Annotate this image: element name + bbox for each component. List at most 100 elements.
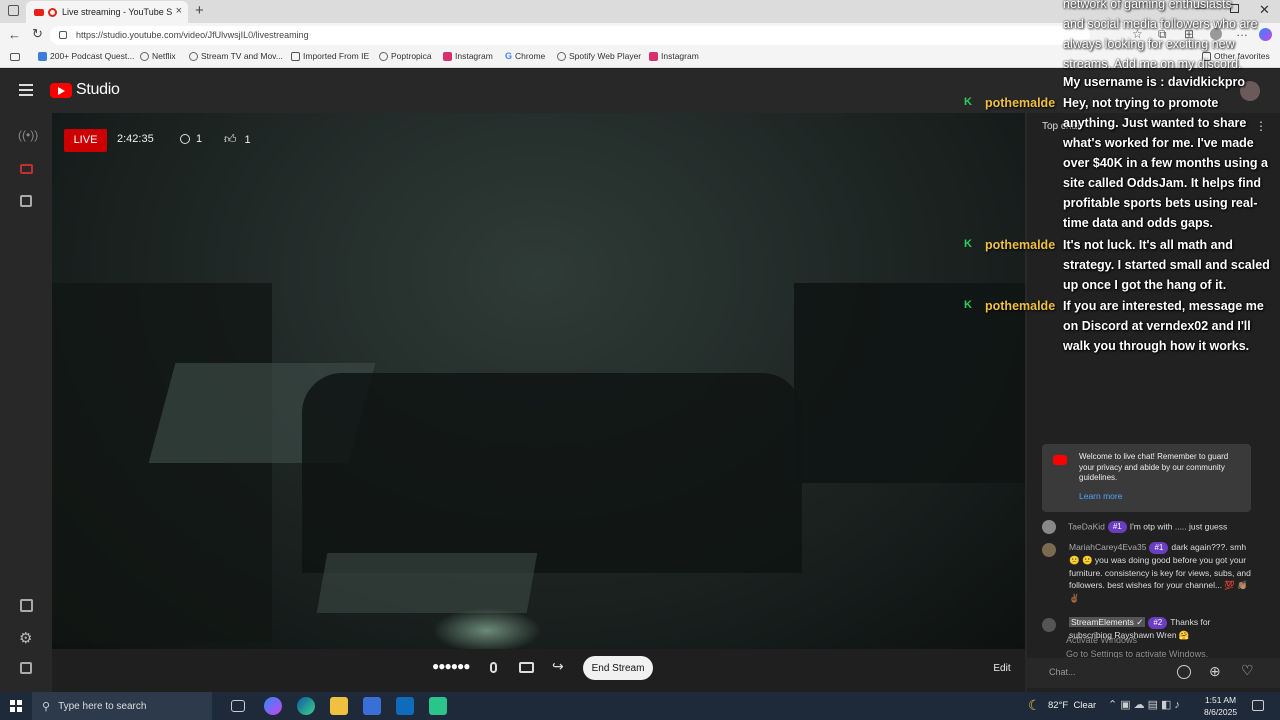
audio-level-dots: ●●●●●● bbox=[432, 659, 470, 673]
overlay-comment-line: anything. Just wanted to share bbox=[1063, 116, 1247, 130]
windows-taskbar: ⚲ Type here to search ☾ 82°F Clear ⌃▣☁▤◧… bbox=[0, 692, 1280, 720]
instagram-icon bbox=[443, 51, 452, 61]
rank-badge: #1 bbox=[1107, 521, 1127, 534]
chat-message[interactable]: MariahCarey4Eva35 #1 dark again???. smh 😕 … bbox=[1042, 541, 1254, 604]
windows-start-icon[interactable] bbox=[10, 700, 22, 712]
system-tray-icons[interactable]: ⌃▣☁▤◧♪ bbox=[1108, 698, 1183, 711]
globe-icon bbox=[140, 51, 149, 61]
chat-options-icon[interactable]: ⋮ bbox=[1255, 119, 1267, 133]
chat-message[interactable]: TaeDaKid #1 I'm otp with ..... just guess bbox=[1042, 520, 1262, 534]
overlay-comment-line: site called OddsJam. It helps find bbox=[1063, 176, 1261, 190]
copilot-icon[interactable] bbox=[1259, 28, 1272, 41]
overlay-comment-line: on Discord at verndex02 and I'll bbox=[1063, 319, 1251, 333]
room-wall-shade bbox=[52, 283, 272, 643]
person-icon bbox=[180, 134, 190, 144]
refresh-icon[interactable]: ↻ bbox=[32, 26, 43, 42]
overlay-comment-line: Hey, not trying to promote bbox=[1063, 96, 1219, 110]
taskbar-search[interactable]: ⚲ Type here to search bbox=[32, 692, 212, 720]
kick-badge-icon: K bbox=[964, 238, 972, 250]
overlay-username: pothemalde bbox=[985, 238, 1056, 252]
lock-icon bbox=[59, 31, 67, 39]
favorite-item[interactable]: Instagram bbox=[443, 51, 493, 61]
overlay-intro-line: and social media followers who are bbox=[1063, 17, 1258, 31]
overlay-comment-line: walk you through how it works. bbox=[1063, 339, 1250, 353]
task-view-icon[interactable] bbox=[231, 700, 245, 712]
back-icon[interactable]: ← bbox=[8, 27, 21, 42]
like-count: 👍︎ 1 bbox=[224, 132, 251, 146]
welcome-text: Welcome to live chat! Remember to guard … bbox=[1079, 452, 1229, 482]
tab-title: Live streaming - YouTube St bbox=[62, 7, 172, 17]
favorite-item[interactable]: Imported From IE bbox=[291, 51, 369, 61]
calendar-icon[interactable] bbox=[20, 195, 32, 207]
studio-logo[interactable]: Studio bbox=[50, 81, 120, 99]
microphone-icon[interactable] bbox=[490, 662, 497, 673]
browser-tab-active[interactable]: Live streaming - YouTube St × bbox=[26, 1, 188, 23]
favorite-item[interactable]: Instagram bbox=[649, 51, 699, 61]
app-icon[interactable] bbox=[429, 697, 447, 715]
furniture-shape bbox=[302, 373, 802, 573]
stream-signal-icon[interactable]: ((•)) bbox=[18, 128, 38, 142]
favorite-item[interactable]: Poptropica bbox=[379, 51, 432, 61]
instagram-icon bbox=[649, 51, 658, 61]
search-icon: ⚲ bbox=[42, 700, 51, 713]
taskbar-search-placeholder: Type here to search bbox=[58, 700, 147, 712]
overlay-comment-line: what's worked for me. I've made bbox=[1063, 136, 1254, 150]
chat-input-bar: Chat... ⊕ ♡ bbox=[1027, 658, 1280, 688]
share-icon[interactable]: ↪ bbox=[552, 658, 564, 675]
favorites-menu-icon[interactable] bbox=[10, 53, 20, 61]
taskbar-clock[interactable]: 1:51 AM 8/6/2025 bbox=[1204, 694, 1237, 718]
edge-icon[interactable] bbox=[297, 697, 315, 715]
edit-button[interactable]: Edit bbox=[987, 658, 1017, 678]
new-tab-icon[interactable]: + bbox=[195, 2, 204, 19]
file-explorer-icon[interactable] bbox=[330, 697, 348, 715]
overlay-intro-line: always looking for exciting new bbox=[1063, 37, 1235, 51]
overlay-intro-line: streams. Add me on my discord. bbox=[1063, 57, 1242, 71]
share-screen-icon[interactable] bbox=[519, 662, 534, 673]
settings-gear-icon[interactable]: ⚙ bbox=[19, 629, 32, 647]
rank-badge: #1 bbox=[1149, 542, 1169, 554]
studio-sidebar: ((•)) ⚙ bbox=[0, 113, 52, 692]
light-glow-shape bbox=[432, 608, 542, 649]
overlay-comment-line: It's not luck. It's all math and bbox=[1063, 238, 1233, 252]
heart-icon[interactable]: ♡ bbox=[1241, 662, 1254, 679]
weather-moon-icon: ☾ bbox=[1028, 697, 1041, 713]
studio-brand: Studio bbox=[76, 81, 120, 98]
thumbs-up-icon: 👍︎ bbox=[224, 132, 237, 146]
add-icon[interactable]: ⊕ bbox=[1209, 663, 1221, 680]
url-text: https://studio.youtube.com/video/JfUlvws… bbox=[76, 30, 309, 40]
window-close-icon[interactable]: ✕ bbox=[1259, 2, 1270, 18]
live-badge: LIVE bbox=[64, 129, 107, 152]
rank-badge: #2 bbox=[1148, 617, 1168, 629]
globe-icon bbox=[379, 51, 388, 61]
favorite-item[interactable]: G Chrome bbox=[505, 51, 545, 61]
learn-more-link[interactable]: Learn more bbox=[1079, 491, 1122, 501]
camera-icon[interactable] bbox=[20, 164, 33, 174]
floor-light-shape bbox=[316, 553, 538, 613]
hamburger-menu-icon[interactable] bbox=[19, 84, 33, 96]
feedback-icon[interactable] bbox=[20, 662, 32, 674]
emoji-icon[interactable] bbox=[1177, 665, 1191, 679]
tab-actions-icon[interactable] bbox=[8, 5, 19, 16]
overlay-username: pothemalde bbox=[985, 299, 1056, 313]
open-external-icon[interactable] bbox=[20, 599, 33, 612]
copilot-icon[interactable] bbox=[264, 697, 282, 715]
youtube-favicon-icon bbox=[34, 8, 44, 16]
google-icon: G bbox=[505, 51, 513, 61]
recording-icon bbox=[48, 7, 57, 17]
weather-text[interactable]: 82°F Clear bbox=[1048, 700, 1096, 711]
tab-close-icon[interactable]: × bbox=[176, 5, 182, 17]
outlook-icon[interactable] bbox=[396, 697, 414, 715]
url-field[interactable]: https://studio.youtube.com/video/JfUlvws… bbox=[50, 26, 1090, 45]
chat-input[interactable]: Chat... bbox=[1049, 667, 1076, 677]
favorite-item[interactable]: Spotify Web Player bbox=[557, 51, 641, 61]
overlay-comment-line: profitable sports bets using real- bbox=[1063, 196, 1258, 210]
favorite-item[interactable]: 200+ Podcast Quest... bbox=[38, 51, 134, 61]
video-preview[interactable]: LIVE 2:42:35 1 👍︎ 1 bbox=[52, 113, 1025, 649]
favorite-item[interactable]: Stream TV and Mov... bbox=[189, 51, 283, 61]
favorite-item[interactable]: Netflix bbox=[140, 51, 176, 61]
store-icon[interactable] bbox=[363, 697, 381, 715]
notification-icon[interactable] bbox=[1252, 700, 1264, 711]
end-stream-button[interactable]: End Stream bbox=[583, 656, 653, 680]
youtube-logo-icon bbox=[1053, 455, 1067, 465]
overlay-username: pothemalde bbox=[985, 96, 1056, 110]
